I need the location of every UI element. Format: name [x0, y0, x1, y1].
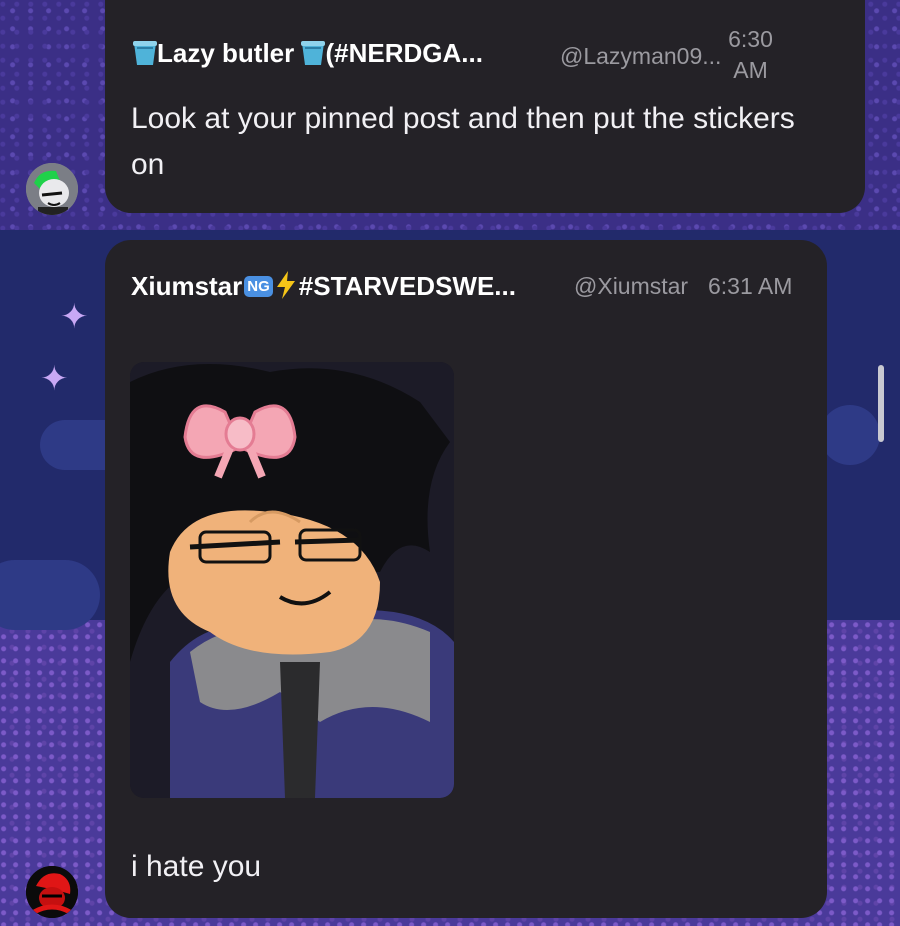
author-handle[interactable]: @Lazyman09... — [560, 43, 721, 70]
author-handle[interactable]: @Xiumstar — [574, 273, 688, 300]
author-name[interactable]: Lazy butler (#NERDGA... — [133, 38, 483, 69]
message-text: Look at your pinned post and then put th… — [131, 102, 795, 181]
lightning-icon — [275, 271, 297, 302]
author-tag: #STARVEDSWE... — [298, 271, 516, 301]
message-time: 6:31 AM — [708, 273, 793, 299]
author-name-text: Xiumstar — [131, 271, 243, 301]
avatar-lazy-butler[interactable] — [26, 163, 78, 215]
message-bubble[interactable]: Lazy butler (#NERDGA... @Lazyman09... 6:… — [105, 0, 865, 213]
message-text: i hate you — [131, 850, 262, 883]
time-line-2: AM — [733, 57, 768, 83]
bucket-icon — [301, 40, 326, 66]
message-image[interactable] — [130, 362, 454, 798]
scrollbar[interactable] — [878, 365, 884, 442]
message-time: 6:30 AM — [723, 24, 778, 86]
author-name-text: Lazy butler — [157, 38, 295, 68]
avatar-xiumstar[interactable] — [26, 866, 78, 918]
author-name[interactable]: Xiumstar NG #STARVEDSWE... — [131, 271, 516, 302]
time-line-1: 6:30 — [728, 26, 773, 52]
bucket-icon — [133, 40, 157, 66]
ng-badge-icon: NG — [244, 276, 273, 297]
author-tag: (#NERDGA... — [325, 38, 483, 68]
